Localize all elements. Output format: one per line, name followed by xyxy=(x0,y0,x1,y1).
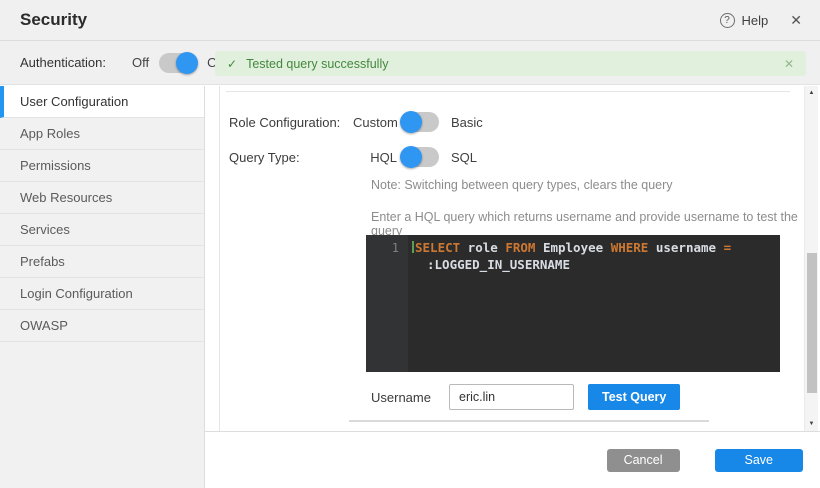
custom-option-label: Custom xyxy=(353,115,397,130)
save-button[interactable]: Save xyxy=(715,449,804,472)
username-label: Username xyxy=(371,390,449,405)
sidebar-item-app-roles[interactable]: App Roles xyxy=(0,118,204,150)
scroll-down-icon[interactable]: ▼ xyxy=(805,421,818,427)
success-banner: ✓ Tested query successfully ✕ xyxy=(215,51,806,76)
header-actions: ? Help ✕ xyxy=(720,12,804,29)
query-type-toggle[interactable] xyxy=(401,147,439,167)
section-divider xyxy=(226,91,790,92)
hint-text: Enter a HQL query which returns username… xyxy=(371,210,802,238)
auth-toolbar: Authentication: Off On ✓ Tested query su… xyxy=(0,41,820,85)
sidebar-item-permissions[interactable]: Permissions xyxy=(0,150,204,182)
username-row: Username Test Query xyxy=(371,384,680,410)
role-configuration-toggle[interactable] xyxy=(401,112,439,132)
hql-query-editor[interactable]: 1 SELECT role FROM Employee WHERE userna… xyxy=(366,235,780,372)
auth-off-label: Off xyxy=(132,55,149,70)
note-text: Note: Switching between query types, cle… xyxy=(371,178,673,192)
banner-dismiss-icon[interactable]: ✕ xyxy=(784,57,794,71)
sidebar-item-prefabs[interactable]: Prefabs xyxy=(0,246,204,278)
authentication-toggle[interactable] xyxy=(159,53,197,73)
clipped-section-divider xyxy=(349,420,709,422)
scrollbar-thumb[interactable] xyxy=(807,253,817,393)
help-link[interactable]: Help xyxy=(742,13,769,28)
sidebar-item-owasp[interactable]: OWASP xyxy=(0,310,204,342)
sidebar-item-web-resources[interactable]: Web Resources xyxy=(0,182,204,214)
query-type-row: Query Type: HQL SQL xyxy=(229,145,477,169)
code-line-1: SELECT role FROM Employee WHERE username… xyxy=(412,239,731,256)
cancel-button[interactable]: Cancel xyxy=(607,449,680,472)
username-input[interactable] xyxy=(449,384,574,410)
line-number: 1 xyxy=(392,241,399,255)
dialog-footer: Cancel Save xyxy=(205,431,820,488)
help-icon[interactable]: ? xyxy=(720,13,735,28)
authentication-label: Authentication: xyxy=(20,55,106,70)
hql-option-label: HQL xyxy=(353,150,397,165)
editor-gutter: 1 xyxy=(366,235,408,372)
sidebar-item-user-configuration[interactable]: User Configuration xyxy=(0,86,204,118)
vertical-scrollbar[interactable]: ▲ ▼ xyxy=(804,86,818,431)
toggle-knob xyxy=(400,146,422,168)
sidebar-item-services[interactable]: Services xyxy=(0,214,204,246)
role-configuration-label: Role Configuration: xyxy=(229,115,353,130)
text-caret xyxy=(412,241,414,253)
editor-code[interactable]: SELECT role FROM Employee WHERE username… xyxy=(408,235,731,372)
security-dialog: Security ? Help ✕ Authentication: Off On… xyxy=(0,0,820,488)
scroll-up-icon[interactable]: ▲ xyxy=(805,90,818,96)
code-line-2: :LOGGED_IN_USERNAME xyxy=(412,256,731,273)
sidebar: User Configuration App Roles Permissions… xyxy=(0,86,205,488)
query-type-label: Query Type: xyxy=(229,150,353,165)
role-configuration-row: Role Configuration: Custom Basic xyxy=(229,110,483,134)
sidebar-item-login-configuration[interactable]: Login Configuration xyxy=(0,278,204,310)
sql-option-label: SQL xyxy=(451,150,477,165)
dialog-header: Security ? Help ✕ xyxy=(0,0,820,41)
user-configuration-panel: Role Configuration: Custom Basic Query T… xyxy=(219,86,802,431)
test-query-button[interactable]: Test Query xyxy=(588,384,680,410)
page-title: Security xyxy=(20,10,87,30)
banner-message: Tested query successfully xyxy=(246,57,388,71)
close-icon[interactable]: ✕ xyxy=(790,12,802,29)
toggle-knob xyxy=(176,52,198,74)
basic-option-label: Basic xyxy=(451,115,483,130)
toggle-knob xyxy=(400,111,422,133)
check-icon: ✓ xyxy=(227,57,237,71)
